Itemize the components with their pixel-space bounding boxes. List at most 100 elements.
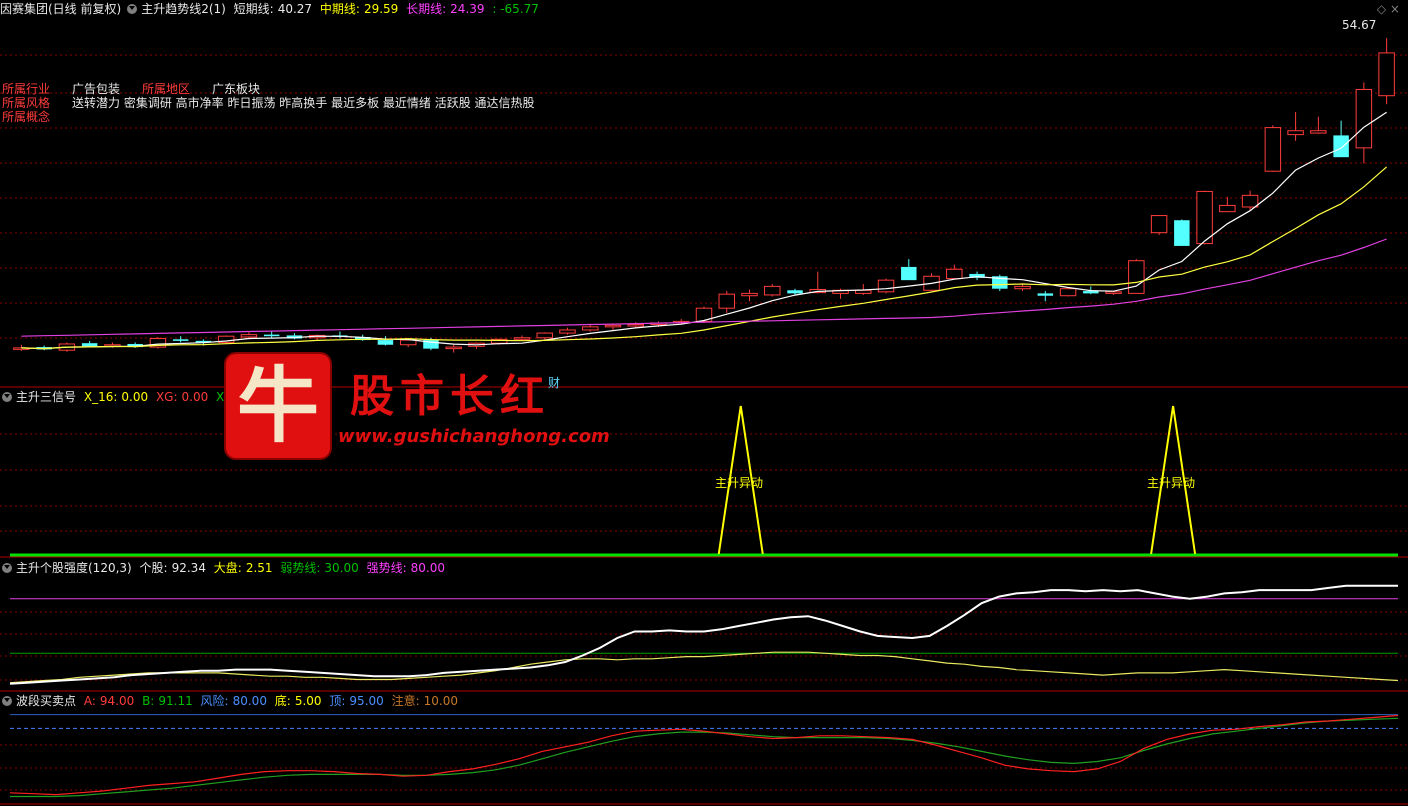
info-row-3: 所属概念 <box>2 110 50 124</box>
candle-body <box>1128 260 1145 294</box>
concept-label: 所属概念 <box>2 110 51 124</box>
watermark-url: www.gushichanghong.com <box>338 426 610 447</box>
candle-body <box>1355 88 1373 149</box>
strength-panel-header: 主升个股强度(120,3) 个股: 92.34 大盘: 2.51 弱势线: 30.00… <box>0 559 449 577</box>
candle-body <box>1241 194 1259 208</box>
candle-body <box>1219 204 1236 213</box>
extra-value: : -65.77 <box>492 2 539 16</box>
candle-body <box>1059 288 1077 297</box>
candle-body <box>1287 130 1304 136</box>
top-value: 95.00 <box>349 694 384 708</box>
candle-body <box>1310 130 1327 134</box>
signal-label-2: 主升异动 <box>1147 476 1196 490</box>
a-label: A: <box>83 694 96 708</box>
candle-body <box>445 346 462 350</box>
chart-window: 因赛集团(日线 前复权) 主升趋势线2(1) 短期线: 40.27 中期线: 29.5… <box>0 0 1408 806</box>
stock-label: 个股: <box>139 561 168 575</box>
bottom-label: 底: <box>274 694 291 708</box>
candle-body <box>377 340 394 345</box>
info-row-1: 所属行业 广告包装 所属地区 广东板块 <box>2 82 260 96</box>
short-label: 短期线: <box>233 2 274 16</box>
candle-body <box>877 279 895 293</box>
candle-body <box>1174 220 1190 246</box>
signal-title[interactable]: 主升三信号 <box>16 390 76 404</box>
candle-body <box>1150 215 1168 234</box>
chevron-down-icon[interactable] <box>127 4 138 14</box>
candle-body <box>1264 127 1282 172</box>
stock-value: 92.34 <box>171 561 206 575</box>
note-label: 注意: <box>391 694 420 708</box>
candle-body <box>513 337 531 340</box>
candle-body <box>240 334 258 338</box>
candle-body <box>1014 285 1031 290</box>
candle-body <box>741 292 758 297</box>
signal-label-1: 主升异动 <box>715 476 764 490</box>
candle-body <box>787 290 803 294</box>
candle-body <box>263 334 280 337</box>
mid-value: 29.59 <box>363 2 399 16</box>
candle-body <box>1378 52 1395 97</box>
strong-label: 强势线: <box>366 561 407 575</box>
candle-body <box>581 326 599 331</box>
candle-body <box>1333 135 1349 158</box>
candle-body <box>1196 190 1213 245</box>
long-value: 24.39 <box>450 2 485 16</box>
candle-body <box>627 324 644 327</box>
market-strength-line <box>9 651 1399 684</box>
candle-body <box>81 343 98 347</box>
grid-lines <box>0 54 1408 791</box>
strength-title[interactable]: 主升个股强度(120,3) <box>16 561 132 575</box>
region-value: 广东板块 <box>212 82 261 96</box>
industry-value: 广告包装 <box>72 82 121 96</box>
candle-body <box>718 293 735 309</box>
x16-value: 0.00 <box>121 390 149 404</box>
main-header: 因赛集团(日线 前复权) 主升趋势线2(1) 短期线: 40.27 中期线: 29.5… <box>0 0 543 18</box>
market-value: 2.51 <box>245 561 273 575</box>
candle-body <box>536 332 553 339</box>
panel-separators <box>0 386 1408 805</box>
watermark: 牛 股市长红 www.gushichanghong.com <box>222 352 632 462</box>
price-high-label: 54.67 <box>1342 18 1377 32</box>
long-label: 长期线: <box>406 2 447 16</box>
chevron-down-icon[interactable] <box>2 696 12 706</box>
diamond-icon[interactable]: ◇ × <box>1377 2 1400 16</box>
candle-body <box>559 329 576 334</box>
industry-label: 所属行业 <box>2 82 51 96</box>
a-value: 94.00 <box>99 694 135 708</box>
short-value: 40.27 <box>277 2 313 16</box>
watermark-title: 股市长红 <box>350 371 550 422</box>
candle-body <box>172 339 189 341</box>
market-label: 大盘: <box>213 561 242 575</box>
region-label: 所属地区 <box>142 82 191 96</box>
top-label: 顶: <box>329 694 346 708</box>
info-row-2: 所属风格 送转潜力 密集调研 高市净率 昨日振荡 昨高换手 最近多板 最近情绪 活… <box>2 96 535 110</box>
watermark-logo-char: 牛 <box>236 358 319 454</box>
band-panel-plot <box>9 714 1399 798</box>
b-value: 91.11 <box>158 694 193 708</box>
signal-panel-header: 主升三信号 X_16:0.00 XG:0.00 XG1: <box>0 388 249 406</box>
mid-label: 中期线: <box>319 2 360 16</box>
weak-label: 弱势线: <box>280 561 321 575</box>
stock-strength-line <box>9 584 1398 685</box>
risk-label: 风险: <box>200 694 229 708</box>
b-line <box>10 717 1399 798</box>
bottom-value: 5.00 <box>294 694 322 708</box>
candle-body <box>604 324 622 328</box>
strong-value: 80.00 <box>410 561 446 575</box>
xg-value: 0.00 <box>181 390 209 404</box>
weak-value: 30.00 <box>324 561 359 575</box>
candle-body <box>1083 291 1099 294</box>
style-value: 送转潜力 密集调研 高市净率 昨日振荡 昨高换手 最近多板 最近情绪 活跃股 通… <box>72 96 535 110</box>
band-title[interactable]: 波段买卖点 <box>16 694 76 708</box>
x16-label: X_16: <box>83 390 118 404</box>
candle-body <box>946 268 963 280</box>
long-ma-line <box>21 238 1387 337</box>
stock-name: 因赛集团(日线 前复权) <box>0 2 122 16</box>
indicator-name[interactable]: 主升趋势线2(1) <box>141 2 226 16</box>
b-label: B: <box>142 694 155 708</box>
chevron-down-icon[interactable] <box>2 563 12 573</box>
chevron-down-icon[interactable] <box>2 392 12 402</box>
candle-body <box>399 339 417 346</box>
strength-panel-plot <box>9 584 1399 685</box>
style-label: 所属风格 <box>2 96 51 110</box>
